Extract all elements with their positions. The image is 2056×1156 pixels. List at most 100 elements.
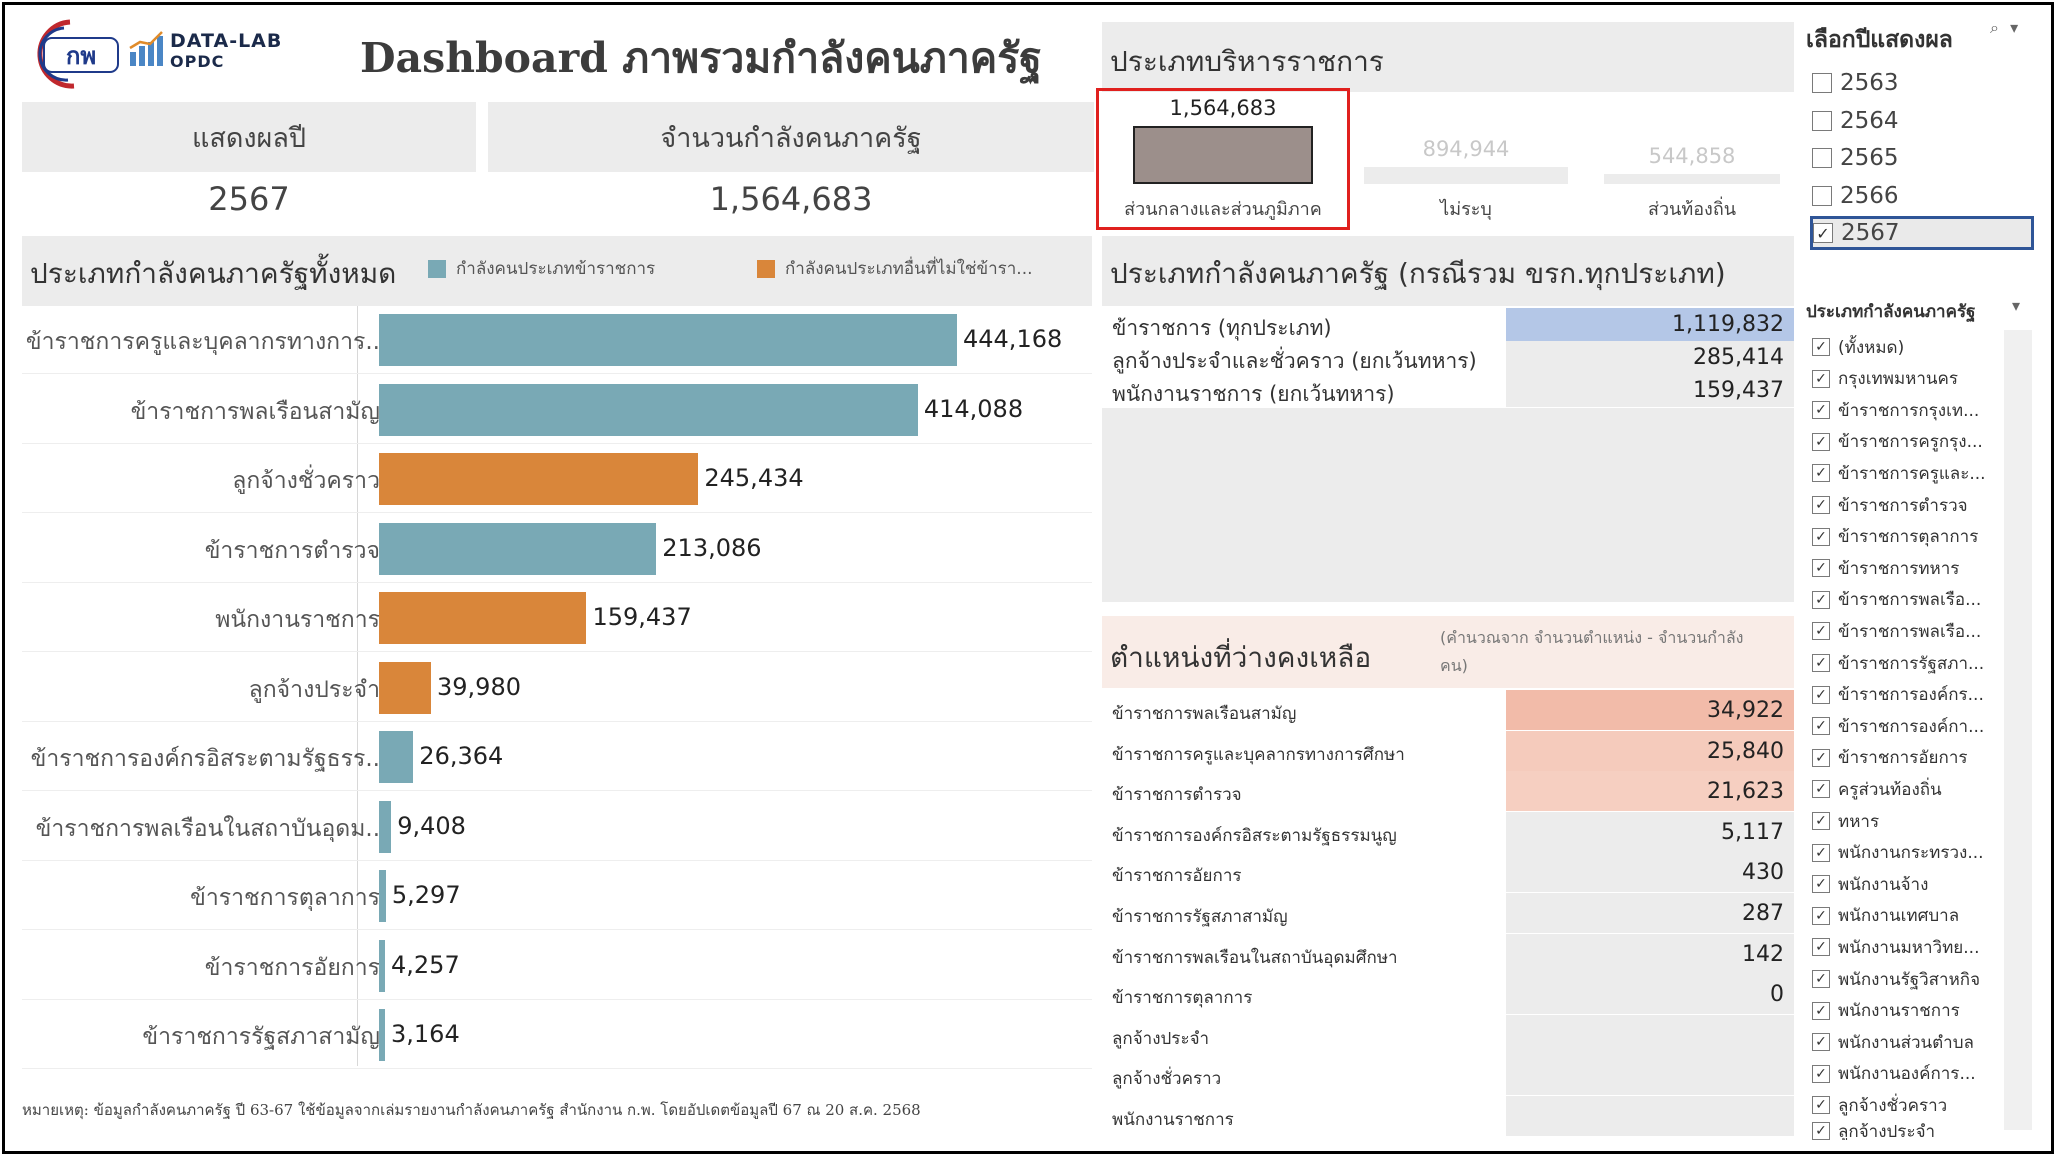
year-option-2564[interactable]: 2564 (1812, 104, 2030, 138)
checkbox-checked-icon[interactable]: ✓ (1812, 875, 1830, 894)
bar[interactable] (379, 870, 386, 922)
checkbox-checked-icon[interactable]: ✓ (1812, 812, 1830, 830)
table-row[interactable]: ข้าราชการพลเรือนในสถาบันอุดมศึกษา 142 (1102, 933, 1794, 974)
year-option-2566[interactable]: 2566 (1812, 179, 2030, 213)
bar-row[interactable]: ข้าราชการองค์กรอิสระตามรัฐธรร.. 26,364 (22, 723, 1092, 791)
year-filter-controls[interactable]: ⌕ ▾ (1990, 18, 2018, 38)
checkbox-checked-icon[interactable]: ✓ (1812, 338, 1830, 356)
table-row[interactable]: ข้าราชการพลเรือนสามัญ 34,922 (1102, 690, 1794, 730)
table-row[interactable]: ข้าราชการตุลาการ 0 (1102, 974, 1794, 1015)
bar[interactable] (379, 661, 432, 714)
checkbox-checked-icon[interactable]: ✓ (1812, 432, 1830, 451)
type-filter-option[interactable]: ✓ ข้าราชการองค์กร... (1812, 680, 2002, 710)
type-filter-option[interactable]: ✓ ลูกจ้างประจำ (1812, 1122, 2002, 1140)
type-filter-option[interactable]: ✓ ข้าราชการองค์กา... (1812, 711, 2002, 741)
type-filter-option[interactable]: ✓ ลูกจ้างชั่วคราว (1812, 1090, 2002, 1120)
table-row[interactable]: พนักงานราชการ (1102, 1096, 1794, 1136)
checkbox-checked-icon[interactable]: ✓ (1812, 1096, 1830, 1115)
checkbox-checked-icon[interactable]: ✓ (1812, 496, 1830, 514)
bar[interactable] (379, 314, 957, 366)
checkbox-checked-icon[interactable]: ✓ (1812, 906, 1830, 925)
search-icon[interactable]: ⌕ (1990, 18, 1999, 37)
type-filter-option[interactable]: ✓ พนักงานกระทรวง... (1812, 838, 2002, 868)
checkbox-checked-icon[interactable]: ✓ (1812, 748, 1830, 767)
admin-type-bar[interactable] (1604, 173, 1780, 184)
bar-row[interactable]: ข้าราชการพลเรือนในสถาบันอุดม.. 9,408 (22, 793, 1092, 861)
type-filter-option[interactable]: ✓ พนักงานจ้าง (1812, 869, 2002, 899)
table-row[interactable]: ลูกจ้างประจำและชั่วคราว (ยกเว้นทหาร) 285,… (1102, 341, 1794, 374)
dropdown-arrow-icon[interactable]: ▾ (2010, 18, 2018, 37)
checkbox-icon[interactable] (1812, 148, 1832, 168)
checkbox-checked-icon[interactable]: ✓ (1812, 685, 1830, 704)
legend-civil[interactable]: กำลังคนประเภทข้าราชการ (428, 255, 655, 282)
type-filter-option[interactable]: ✓ ข้าราชการพลเรือ... (1812, 616, 2002, 646)
bar[interactable] (379, 939, 385, 992)
type-filter-option[interactable]: ✓ พนักงานรัฐวิสาหกิจ (1812, 964, 2002, 994)
checkbox-checked-icon[interactable]: ✓ (1812, 590, 1830, 609)
type-filter-option[interactable]: ✓ ข้าราชการพลเรือ... (1812, 585, 2002, 615)
type-filter-option[interactable]: ✓ กรุงเทพมหานคร (1812, 364, 2002, 394)
type-filter-scrollbar[interactable] (2004, 330, 2032, 1130)
checkbox-checked-icon[interactable]: ✓ (1812, 843, 1830, 862)
table-row[interactable]: พนักงานราชการ (ยกเว้นทหาร) 159,437 (1102, 374, 1794, 407)
checkbox-checked-icon[interactable]: ✓ (1812, 369, 1830, 388)
type-filter-option[interactable]: ✓ ทหาร (1812, 806, 2002, 836)
table-row[interactable]: ข้าราชการครูและบุคลากรทางการศึกษา 25,840 (1102, 730, 1794, 771)
checkbox-checked-icon[interactable]: ✓ (1812, 527, 1830, 546)
bar[interactable] (379, 1009, 385, 1061)
table-row[interactable]: ข้าราชการตำรวจ 21,623 (1102, 771, 1794, 812)
bar[interactable] (379, 383, 918, 436)
checkbox-checked-icon[interactable]: ✓ (1812, 938, 1830, 957)
bar-row[interactable]: ข้าราชการตุลาการ 5,297 (22, 862, 1092, 930)
checkbox-checked-icon[interactable]: ✓ (1812, 780, 1830, 799)
table-row[interactable]: ข้าราชการอัยการ 430 (1102, 852, 1794, 893)
bar[interactable] (379, 522, 657, 575)
bar-row[interactable]: ข้าราชการอัยการ 4,257 (22, 932, 1092, 1000)
checkbox-checked-icon[interactable]: ✓ (1812, 717, 1830, 736)
legend-other[interactable]: กำลังคนประเภทอื่นที่ไม่ใช่ข้ารา... (757, 255, 1033, 282)
checkbox-checked-icon[interactable]: ✓ (1813, 223, 1833, 243)
type-filter-option[interactable]: ✓ ข้าราชการตำรวจ (1812, 490, 2002, 520)
type-filter-option[interactable]: ✓ ข้าราชการตุลาการ (1812, 522, 2002, 552)
admin-type-bar[interactable] (1364, 167, 1568, 184)
type-filter-option[interactable]: ✓ ข้าราชการอัยการ (1812, 743, 2002, 773)
table-row[interactable]: ข้าราชการรัฐสภาสามัญ 287 (1102, 893, 1794, 933)
checkbox-checked-icon[interactable]: ✓ (1812, 559, 1830, 578)
type-filter-option[interactable]: ✓ พนักงานองค์การ... (1812, 1059, 2002, 1089)
bar-row[interactable]: ข้าราชการครูและบุคลากรทางการ.. 444,168 (22, 306, 1092, 374)
checkbox-checked-icon[interactable]: ✓ (1812, 401, 1830, 420)
checkbox-checked-icon[interactable]: ✓ (1812, 1064, 1830, 1083)
bar-row[interactable]: ข้าราชการรัฐสภาสามัญ 3,164 (22, 1001, 1092, 1069)
table-row[interactable]: ลูกจ้างประจำ (1102, 1014, 1794, 1055)
table-row[interactable]: ข้าราชการ (ทุกประเภท) 1,119,832 (1102, 308, 1794, 341)
type-filter-option[interactable]: ✓ ข้าราชการรัฐสภา... (1812, 648, 2002, 678)
bar-row[interactable]: ลูกจ้างชั่วคราว 245,434 (22, 445, 1092, 513)
checkbox-checked-icon[interactable]: ✓ (1812, 1122, 1830, 1140)
bar[interactable] (379, 800, 392, 853)
type-filter-dropdown-icon[interactable]: ▾ (2012, 296, 2020, 315)
type-filter-option[interactable]: ✓ ข้าราชการครูกรุง... (1812, 427, 2002, 457)
bar-row[interactable]: ข้าราชการพลเรือนสามัญ 414,088 (22, 376, 1092, 444)
type-filter-option[interactable]: ✓ พนักงานส่วนตำบล (1812, 1027, 2002, 1057)
bar[interactable] (379, 453, 699, 505)
checkbox-checked-icon[interactable]: ✓ (1812, 970, 1830, 988)
bar-row[interactable]: พนักงานราชการ 159,437 (22, 584, 1092, 652)
checkbox-icon[interactable] (1812, 73, 1832, 93)
bar-row[interactable]: ลูกจ้างประจำ 39,980 (22, 654, 1092, 722)
checkbox-icon[interactable] (1812, 185, 1832, 206)
table-row[interactable]: ข้าราชการองค์กรอิสระตามรัฐธรรมนูญ 5,117 (1102, 811, 1794, 852)
type-filter-option[interactable]: ✓ ข้าราชการครูและ... (1812, 458, 2002, 488)
type-filter-option[interactable]: ✓ ข้าราชการทหาร (1812, 553, 2002, 583)
type-filter-option[interactable]: ✓ ครูส่วนท้องถิ่น (1812, 774, 2002, 804)
type-filter-option[interactable]: ✓ ข้าราชการกรุงเท... (1812, 395, 2002, 425)
type-filter-option[interactable]: ✓ (ทั้งหมด) (1812, 332, 2002, 362)
type-filter-option[interactable]: ✓ พนักงานมหาวิทย... (1812, 932, 2002, 962)
checkbox-checked-icon[interactable]: ✓ (1812, 1001, 1830, 1020)
checkbox-checked-icon[interactable]: ✓ (1812, 622, 1830, 641)
bar[interactable] (379, 731, 414, 783)
checkbox-checked-icon[interactable]: ✓ (1812, 654, 1830, 672)
bar-row[interactable]: ข้าราชการตำรวจ 213,086 (22, 515, 1092, 583)
year-option-2565[interactable]: 2565 (1812, 141, 2030, 175)
bar[interactable] (379, 592, 587, 644)
year-option-2567[interactable]: ✓ 2567 (1810, 216, 2034, 250)
